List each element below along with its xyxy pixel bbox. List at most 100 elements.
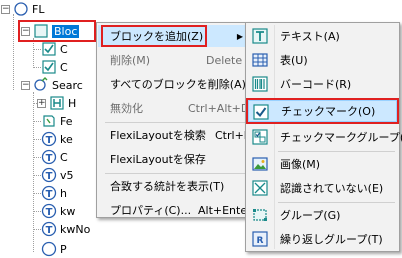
submenu-item-label: 画像(M) [280, 158, 321, 171]
tree-node[interactable]: T kwNo [41, 220, 90, 238]
submenu-item-group[interactable]: グループ(G) [248, 204, 397, 226]
block-icon [34, 24, 48, 38]
submenu-item-label: バーコード(R) [280, 78, 352, 91]
svg-text:T: T [46, 153, 53, 164]
text-block-icon [252, 28, 268, 44]
tree-node-label: Bloc [52, 24, 80, 38]
repeating-group-block-icon: R [252, 231, 268, 247]
menu-item-disable[interactable]: 無効化 Ctrl+Alt+D [98, 97, 249, 119]
tree-node-block-selected[interactable]: − Bloc [21, 22, 80, 40]
submenu-item-label: グループ(G) [280, 209, 341, 222]
tree-node[interactable]: T ke [41, 130, 73, 148]
menu-item-properties[interactable]: プロパティ(C)... Alt+Enter [98, 199, 251, 218]
svg-text:T: T [46, 189, 53, 200]
tree-connector [33, 211, 41, 212]
menu-item-label: ブロックを追加(Z) [110, 30, 204, 43]
checkmark-block-icon [42, 42, 56, 56]
submenu-item-label: 繰り返しグループ(T) [280, 233, 383, 246]
menu-item-search-flexilayout[interactable]: FlexiLayoutを検索 Ctrl+B [98, 124, 250, 146]
tree-node[interactable]: P [41, 240, 67, 258]
tree-node-label: C [60, 150, 68, 164]
tree-node[interactable]: C [41, 40, 68, 58]
tree-node[interactable]: T v5 [41, 166, 74, 184]
text-element-icon: T [41, 149, 57, 165]
menu-item-add-block[interactable]: ブロックを追加(Z) ▶ [98, 25, 249, 47]
menu-item-show-match-stats[interactable]: 合致する統計を表示(T) [98, 175, 249, 197]
submenu-item-label: 認識されていない(E) [280, 182, 384, 195]
submenu-item-picture[interactable]: 画像(M) [248, 153, 397, 175]
menu-separator [278, 151, 395, 152]
checkmark-block-icon [42, 60, 56, 74]
add-block-submenu: テキスト(A) 表(U) バーコード(R) チェックマーク(O) チェックマーク… [245, 22, 402, 252]
svg-text:T: T [46, 135, 53, 146]
text-element-icon: T [41, 203, 57, 219]
tree-node[interactable]: C [41, 58, 68, 76]
menu-item-shortcut: Alt+Enter [198, 203, 251, 217]
text-element-icon: T [41, 131, 57, 147]
tree-node[interactable]: Fe [41, 112, 73, 130]
menu-item-label: 合致する統計を表示(T) [110, 180, 225, 193]
barcode-block-icon [252, 76, 268, 92]
group-block-icon [253, 209, 267, 221]
tree-node-label: kwNo [60, 222, 91, 236]
svg-text:T: T [46, 225, 53, 236]
svg-text:T: T [46, 207, 53, 218]
tree-connector [33, 229, 41, 230]
submenu-item-label: 表(U) [280, 54, 308, 67]
svg-text:R: R [257, 236, 264, 246]
tree-connector [33, 92, 34, 252]
submenu-item-repeating-group[interactable]: R 繰り返しグループ(T) [248, 228, 397, 250]
menu-separator [105, 173, 246, 174]
checkmark-group-block-icon [252, 129, 268, 145]
text-element-icon: T [41, 167, 57, 183]
unrecognized-block-icon [252, 180, 268, 196]
menu-item-label: プロパティ(C)... [110, 204, 192, 217]
submenu-item-label: テキスト(A) [280, 30, 340, 43]
menu-item-delete-all-blocks[interactable]: すべてのブロックを削除(A) [98, 73, 249, 95]
tree-connector [33, 157, 41, 158]
svg-text:T: T [46, 171, 53, 182]
tree-connector [33, 67, 41, 68]
menu-item-save-flexilayout[interactable]: FlexiLayoutを保存 [98, 148, 249, 170]
submenu-item-unrecognized[interactable]: 認識されていない(E) [248, 177, 397, 199]
menu-item-label: FlexiLayoutを検索 [110, 129, 206, 142]
submenu-item-checkmark-group[interactable]: チェックマークグループ(C) [248, 126, 402, 148]
tree-connector [33, 49, 41, 50]
tree-node[interactable]: + H [37, 94, 76, 112]
menu-item-label: すべてのブロックを削除(A) [110, 78, 246, 91]
submenu-item-text[interactable]: テキスト(A) [248, 25, 397, 47]
tree-node-root[interactable]: − FL [1, 0, 44, 18]
tree-connector [33, 121, 41, 122]
tree-node-label: C [60, 42, 68, 56]
menu-item-shortcut: Delete [206, 53, 243, 67]
submenu-item-table[interactable]: 表(U) [248, 49, 397, 71]
tree-connector [13, 14, 14, 90]
collapse-toggle[interactable]: − [1, 4, 10, 14]
text-element-icon [41, 241, 57, 257]
menu-separator [278, 98, 395, 99]
tree-node-label: FL [32, 2, 45, 16]
collapse-toggle[interactable]: − [21, 26, 30, 36]
submenu-item-label: チェックマークグループ(C) [280, 131, 402, 144]
tree-node-label: Searc [52, 78, 83, 92]
submenu-item-checkmark[interactable]: チェックマーク(O) [248, 100, 397, 122]
tree-node-search[interactable]: − Searc [21, 76, 83, 94]
tree-connector [33, 139, 41, 140]
table-block-icon [252, 53, 268, 67]
tree-node-label: kw [60, 204, 76, 218]
tree-node[interactable]: T h [41, 184, 67, 202]
menu-item-label: FlexiLayoutを保存 [110, 153, 206, 166]
submenu-arrow-icon: ▶ [236, 31, 243, 41]
expand-toggle[interactable]: + [37, 98, 46, 108]
menu-item-label: 削除(M) [110, 54, 151, 67]
tree-node[interactable]: T kw [41, 202, 75, 220]
text-element-icon: T [41, 221, 57, 237]
root-circle-icon [14, 2, 28, 16]
submenu-item-barcode[interactable]: バーコード(R) [248, 73, 397, 95]
menu-separator [105, 122, 246, 123]
menu-item-shortcut: Ctrl+Alt+D [188, 101, 250, 115]
collapse-toggle[interactable]: − [21, 80, 30, 90]
tree-connector [33, 175, 41, 176]
menu-item-delete[interactable]: 削除(M) Delete [98, 49, 249, 71]
tree-node[interactable]: T C [41, 148, 68, 166]
